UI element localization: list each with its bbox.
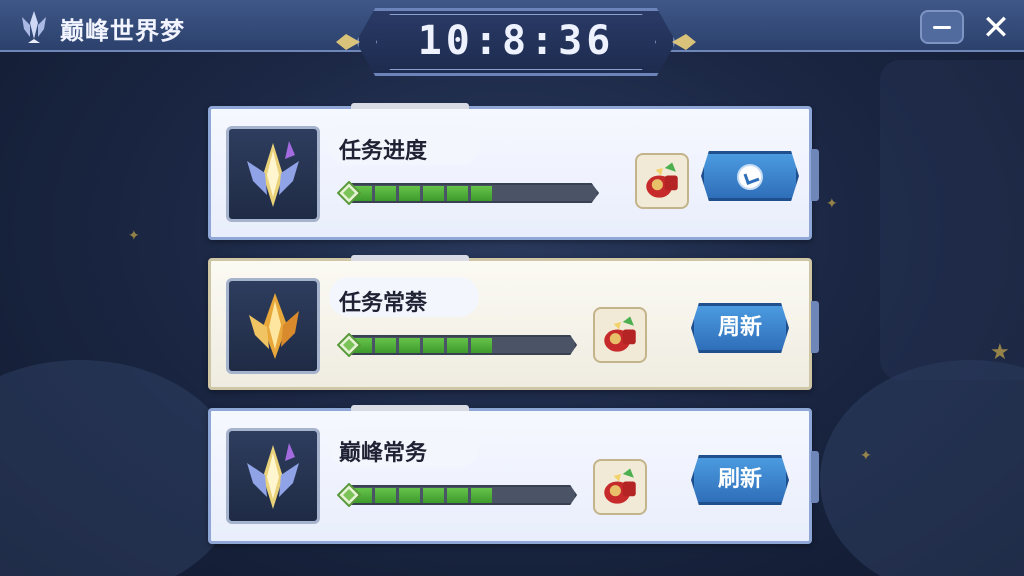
progress-gem-icon [337,333,361,357]
crystal-crest-icon [247,443,299,509]
card-title: 任务进度 [339,139,428,164]
refresh-button[interactable]: 周新 [691,303,789,353]
app-title: 巅峰世界梦 [60,17,185,45]
task-icon-frame [226,428,320,524]
progress-segment [375,488,396,503]
minimize-button[interactable] [920,10,964,44]
progress-segment [447,488,468,503]
card-tab [351,405,469,411]
background-cloud [820,360,1024,576]
progress-segment [375,186,396,201]
card-side-handle [811,301,819,353]
progress-segment [423,186,444,201]
background-cloud [0,360,240,576]
task-icon-frame [226,278,320,374]
task-card: 任务常萘 周新 [208,255,819,390]
task-card: 巅峰常务 刷新 [208,405,819,544]
progress-segment [375,338,396,353]
card-title: 任务常萘 [339,291,428,316]
progress-segment [399,488,420,503]
refresh-button[interactable] [701,151,799,201]
card-title: 巅峰常务 [339,441,428,466]
card-tab [351,255,469,261]
close-button[interactable]: ✕ [976,8,1016,48]
card-tab [351,103,469,109]
progress-gem-icon [337,483,361,507]
progress-segment [399,338,420,353]
star-icon: ✦ [826,196,838,212]
progress-segment [399,186,420,201]
refresh-spin-icon [737,164,763,190]
crystal-crest-icon [247,141,299,207]
red-gift-pouch-icon [604,316,636,352]
card-side-handle [811,149,819,201]
progress-segment [447,338,468,353]
progress-bar-fill [351,488,492,503]
progress-bar-fill [351,186,492,201]
progress-bar-fill [351,338,492,353]
progress-segment [423,488,444,503]
crystal-crown-icon [22,11,46,43]
card-side-handle [811,451,819,503]
star-icon: ★ [990,340,1010,365]
progress-segment [471,488,492,503]
reward-slot[interactable] [593,459,647,515]
progress-segment [447,186,468,201]
crystal-ornament-icon [336,34,360,50]
progress-segment [471,186,492,201]
background-tower [880,60,1024,380]
task-card: 任务进度 [208,103,819,240]
progress-gem-icon [337,181,361,205]
countdown-timer: 10:8:36 [417,18,615,64]
refresh-button[interactable]: 刷新 [691,455,789,505]
star-icon: ✦ [128,228,140,244]
reward-slot[interactable] [593,307,647,363]
crystal-ornament-icon [672,34,696,50]
task-icon-frame [226,126,320,222]
reward-slot[interactable] [635,153,689,209]
progress-segment [423,338,444,353]
golden-crest-icon [249,293,299,359]
progress-segment [471,338,492,353]
star-icon: ✦ [860,448,872,464]
red-gift-pouch-icon [604,468,636,504]
red-gift-pouch-icon [646,162,678,198]
